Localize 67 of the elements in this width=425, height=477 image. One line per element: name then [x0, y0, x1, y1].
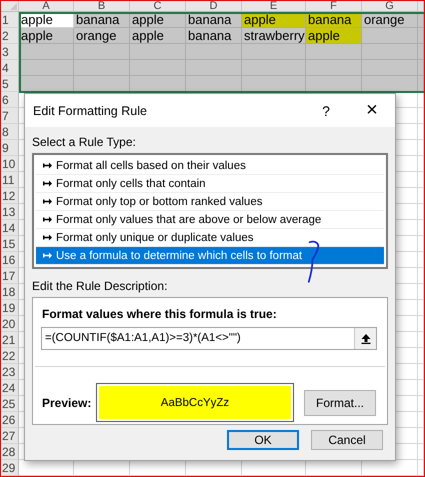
- arrow-icon: [43, 252, 52, 259]
- dialog-button[interactable]: OK: [227, 430, 299, 450]
- row-header[interactable]: 22: [1, 348, 19, 364]
- arrow-icon: [43, 216, 52, 223]
- row-header[interactable]: 9: [1, 140, 19, 156]
- row-header[interactable]: 11: [1, 172, 19, 188]
- arrow-icon: [43, 162, 52, 169]
- row-header[interactable]: 25: [1, 396, 19, 412]
- format-button[interactable]: Format...: [304, 390, 376, 416]
- table-cell: apple: [306, 28, 362, 44]
- rule-type-item[interactable]: Use a formula to determine which cells to format: [36, 247, 384, 265]
- row-header[interactable]: 15: [1, 236, 19, 252]
- table-cell: banana: [186, 28, 242, 44]
- row-header[interactable]: 2: [1, 28, 19, 44]
- rule-type-item[interactable]: Format only values that are above or below average: [36, 211, 384, 229]
- row-header[interactable]: 19: [1, 300, 19, 316]
- row-header[interactable]: 16: [1, 252, 19, 268]
- row-header[interactable]: 14: [1, 220, 19, 236]
- row-header[interactable]: 4: [1, 60, 19, 76]
- row-header[interactable]: 23: [1, 364, 19, 380]
- table-cell: apple: [130, 28, 186, 44]
- window-title: Edit Formatting Rule: [33, 104, 148, 118]
- column-header[interactable]: B: [74, 1, 130, 12]
- row-header[interactable]: 3: [1, 44, 19, 60]
- preview-label: Preview:: [42, 396, 92, 410]
- formula-label: Format values where this formula is true:: [41, 307, 278, 321]
- row-header[interactable]: 1: [1, 12, 19, 28]
- table-cell: strawberry: [242, 28, 306, 44]
- select-all-corner[interactable]: [1, 1, 19, 12]
- column-header[interactable]: G: [362, 1, 418, 12]
- rule-type-item[interactable]: Format only cells that contain: [36, 175, 384, 193]
- dialog-button[interactable]: Cancel: [311, 430, 383, 450]
- row-header[interactable]: 26: [1, 412, 19, 428]
- corner-triangle-icon: [10, 3, 17, 10]
- row-header[interactable]: 20: [1, 316, 19, 332]
- row-header[interactable]: 6: [1, 92, 19, 108]
- row-header[interactable]: 13: [1, 204, 19, 220]
- preview-sample: AaBbCcYyZz: [99, 386, 291, 419]
- row-header[interactable]: 27: [1, 428, 19, 444]
- section-label: Edit the Rule Description:: [32, 278, 168, 295]
- arrow-icon: [43, 234, 52, 241]
- row-header[interactable]: 18: [1, 284, 19, 300]
- column-header[interactable]: A: [19, 1, 74, 12]
- table-cell: orange: [74, 28, 130, 44]
- table-cell: apple: [19, 28, 74, 44]
- row-header[interactable]: 7: [1, 108, 19, 124]
- row-header[interactable]: 10: [1, 156, 19, 172]
- row-header[interactable]: 12: [1, 188, 19, 204]
- arrow-icon: [43, 198, 52, 205]
- arrow-icon: [43, 180, 52, 187]
- column-header[interactable]: C: [130, 1, 186, 12]
- rule-type-item[interactable]: Format only top or bottom ranked values: [36, 193, 384, 211]
- row-header[interactable]: 29: [1, 460, 19, 476]
- column-header[interactable]: [418, 1, 424, 12]
- column-header[interactable]: E: [242, 1, 306, 12]
- row-header[interactable]: 8: [1, 124, 19, 140]
- close-button[interactable]: ×: [349, 94, 395, 127]
- rule-type-item[interactable]: Format all cells based on their values: [36, 157, 384, 175]
- row-header[interactable]: 21: [1, 332, 19, 348]
- row-header[interactable]: 17: [1, 268, 19, 284]
- row-header[interactable]: 5: [1, 76, 19, 92]
- help-button[interactable]: ?: [303, 94, 349, 127]
- section-label: Select a Rule Type:: [32, 134, 137, 151]
- column-header[interactable]: D: [186, 1, 242, 12]
- row-header[interactable]: 28: [1, 444, 19, 460]
- row-header[interactable]: 24: [1, 380, 19, 396]
- column-header[interactable]: F: [306, 1, 362, 12]
